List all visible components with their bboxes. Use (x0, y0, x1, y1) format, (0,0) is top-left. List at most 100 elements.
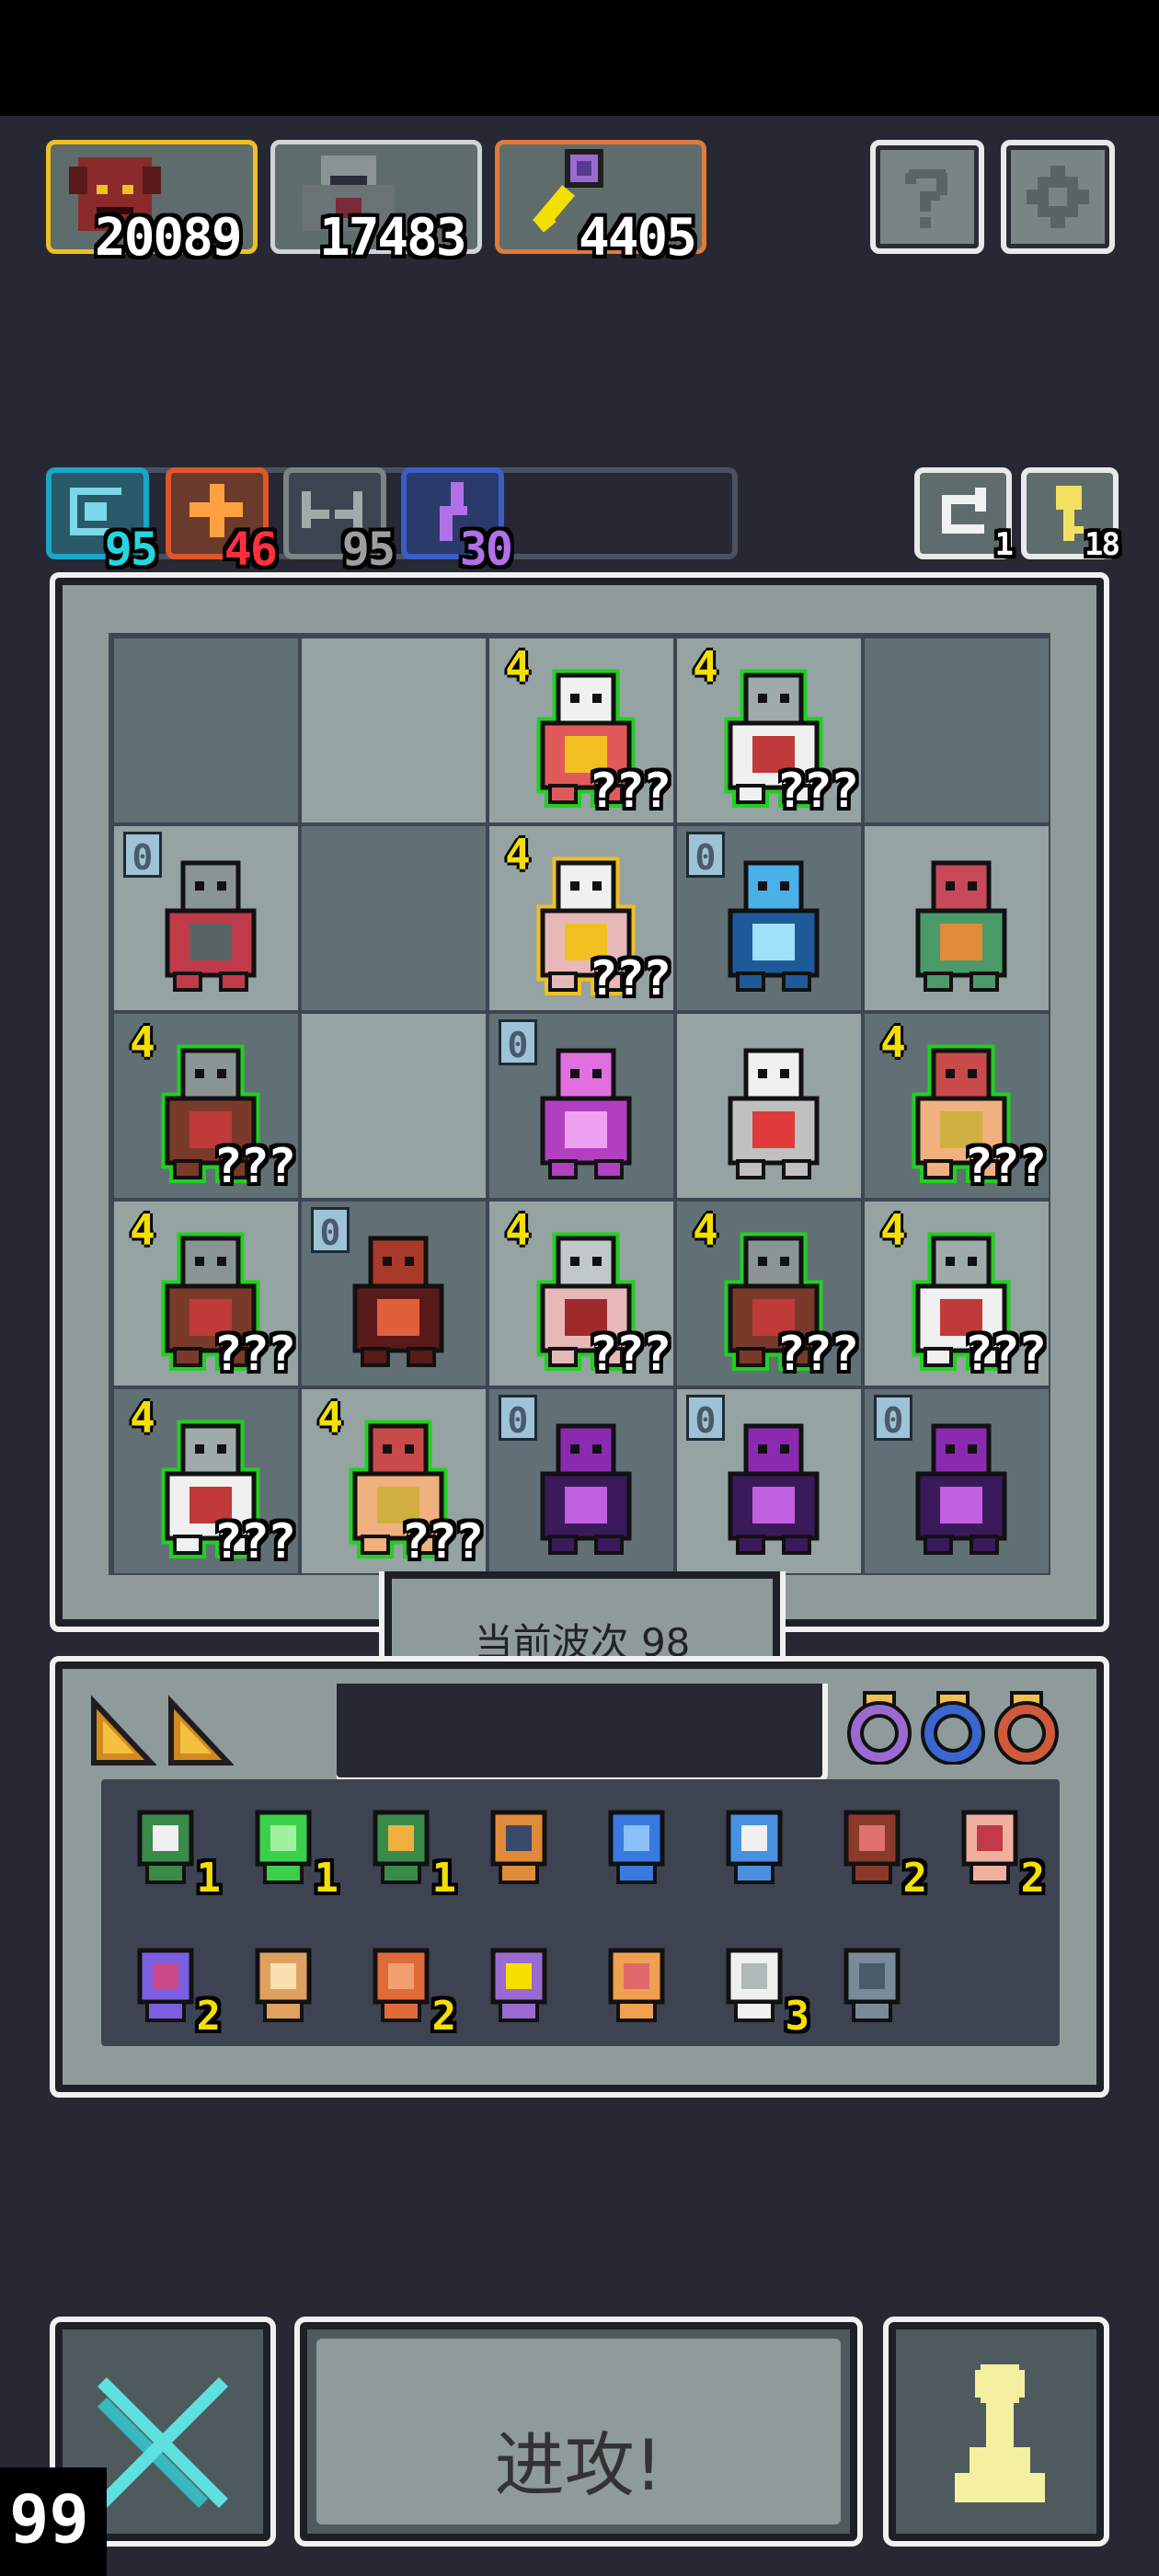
lever-icon (843, 1948, 901, 2022)
purple-dragon-icon (915, 1423, 1007, 1555)
board-cell[interactable]: 4??? (112, 1200, 300, 1387)
unit-level-badge: 4 (693, 1205, 718, 1255)
hidden-stat-label: ??? (401, 1514, 484, 1570)
inventory-item[interactable] (591, 1938, 683, 2030)
inventory-item[interactable]: 1 (120, 1800, 221, 1899)
key-count: 18 (1084, 526, 1120, 563)
board-cell[interactable] (112, 637, 300, 824)
inventory-notch (331, 1684, 828, 1783)
pawn-button[interactable] (883, 2317, 1109, 2547)
inventory-item[interactable] (237, 1938, 329, 2030)
unit-red-dragon[interactable] (329, 1225, 467, 1373)
item-count: 1 (431, 1855, 456, 1902)
ring-icon[interactable] (844, 1689, 914, 1765)
corner-counter: 99 (0, 2467, 107, 2576)
board-cell[interactable]: 0 (488, 1387, 675, 1575)
item-count: 1 (196, 1855, 221, 1902)
close-icon (98, 2377, 228, 2508)
gold-triangle-icon[interactable] (166, 1693, 234, 1766)
board-cell[interactable]: 0 (675, 824, 863, 1012)
inventory-item[interactable] (591, 1800, 683, 1892)
gold-triangle-icon[interactable] (88, 1693, 156, 1766)
inventory-item[interactable]: 1 (237, 1800, 339, 1899)
resource-staff[interactable]: 4405 (495, 140, 706, 264)
inventory-tabs (70, 1680, 337, 1781)
item-count: 3 (785, 1993, 809, 2040)
inventory-item[interactable] (708, 1800, 800, 1892)
unit-pink-demon[interactable] (517, 1038, 655, 1185)
blue-swirl-icon (608, 1810, 665, 1884)
hidden-stat-label: ??? (964, 1327, 1047, 1382)
unit-level-badge: 0 (686, 832, 725, 878)
unit-crystal[interactable] (892, 850, 1030, 997)
inventory-item[interactable]: 2 (826, 1800, 927, 1899)
board-cell[interactable]: 0 (488, 1012, 675, 1200)
board-cell[interactable]: 0 (675, 1387, 863, 1575)
inventory-item[interactable]: 2 (120, 1938, 221, 2037)
help-button[interactable] (870, 140, 984, 254)
resource-grey-knight[interactable]: 17483 (270, 140, 482, 264)
board-cell[interactable]: 4??? (488, 1200, 675, 1387)
unit-level-badge: 4 (880, 1205, 906, 1255)
resource-red-demon[interactable]: 20089 (46, 140, 258, 264)
unit-level-badge: 0 (499, 1395, 537, 1441)
board-cell[interactable]: 4??? (112, 1387, 300, 1575)
board-cell[interactable] (863, 824, 1050, 1012)
item-count: 2 (902, 1855, 927, 1902)
inventory-item[interactable]: 2 (355, 1938, 456, 2037)
board-cell[interactable]: 4??? (863, 1012, 1050, 1200)
cycle-count: 1 (994, 526, 1015, 563)
unit-level-badge: 0 (686, 1395, 725, 1441)
board-cell[interactable] (863, 637, 1050, 824)
unit-ice-demon[interactable] (705, 850, 843, 997)
board-cell[interactable]: 0 (300, 1200, 488, 1387)
stat-cross[interactable]: 46 (166, 467, 278, 572)
inventory-item[interactable] (826, 1938, 918, 2030)
stat-wings[interactable]: 95 (283, 467, 396, 572)
ring-icon[interactable] (918, 1689, 988, 1765)
stat-spiral[interactable]: 95 (46, 467, 158, 572)
cycle-button[interactable]: 1 (914, 467, 1014, 563)
unit-purple-dragon[interactable] (517, 1413, 655, 1560)
attack-button-face: 进攻! (316, 2339, 841, 2524)
board-cell[interactable] (300, 824, 488, 1012)
status-bar (0, 0, 1159, 116)
unit-purple-dragon[interactable] (892, 1413, 1030, 1560)
stat-value: 95 (341, 523, 396, 576)
board-cell[interactable]: 4??? (112, 1012, 300, 1200)
fire-orb-icon (608, 1948, 665, 2022)
attack-label: 进攻! (494, 2424, 663, 2506)
board-cell[interactable]: 4??? (488, 824, 675, 1012)
unit-level-badge: 0 (499, 1019, 537, 1065)
hidden-stat-label: ??? (589, 764, 671, 819)
board-cell[interactable]: 4??? (488, 637, 675, 824)
inventory-item[interactable] (473, 1800, 565, 1892)
unit-bone-golem[interactable] (142, 850, 280, 997)
board-cell[interactable] (300, 1012, 488, 1200)
inventory-item[interactable]: 2 (944, 1800, 1045, 1899)
key-button[interactable]: 18 (1021, 467, 1120, 563)
attack-button[interactable]: 进攻! (294, 2317, 863, 2547)
unit-level-badge: 4 (505, 830, 531, 880)
board-grid: 4??? 4??? 0 4??? 0 4 ??? 0 4 ??? 4 ??? 0… (109, 633, 1050, 1575)
inventory-item[interactable]: 3 (708, 1938, 809, 2037)
settings-button[interactable] (1001, 140, 1115, 254)
item-count: 2 (1020, 1855, 1045, 1902)
board-cell[interactable] (675, 1012, 863, 1200)
board-cell[interactable]: 0 (112, 824, 300, 1012)
board-cell[interactable]: 4??? (675, 637, 863, 824)
ring-icon[interactable] (992, 1689, 1061, 1765)
inventory-item[interactable]: 1 (355, 1800, 456, 1899)
unit-purple-dragon[interactable] (705, 1413, 843, 1560)
board-cell[interactable]: 0 (863, 1387, 1050, 1575)
unit-level-badge: 4 (317, 1393, 343, 1443)
board-cell[interactable]: 4??? (863, 1200, 1050, 1387)
inventory-item[interactable] (473, 1938, 565, 2030)
board-cell[interactable]: 4??? (675, 1200, 863, 1387)
item-count: 2 (431, 1993, 456, 2040)
board-cell[interactable]: 4??? (300, 1387, 488, 1575)
unit-white-beast[interactable] (705, 1038, 843, 1185)
white-beast-icon (728, 1048, 820, 1179)
board-cell[interactable] (300, 637, 488, 824)
stat-bolt[interactable]: 30 (401, 467, 513, 572)
